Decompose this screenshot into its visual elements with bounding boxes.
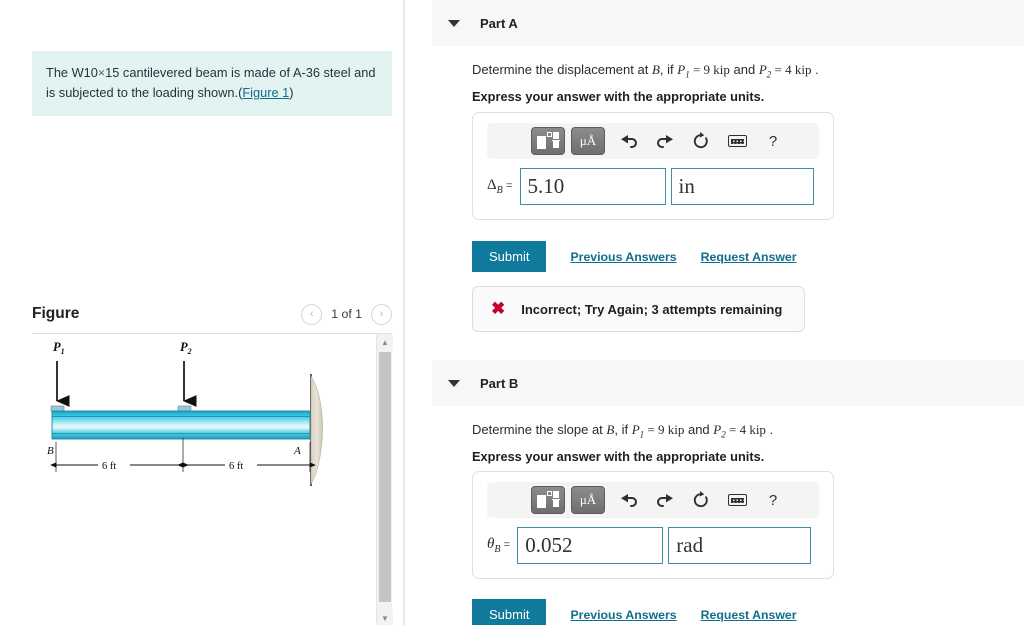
beam-diagram: P1 P2 B A 6 ft 6 ft xyxy=(47,340,323,486)
figure-scrollbar[interactable]: ▲ ▼ xyxy=(376,334,393,625)
undo-icon-a[interactable] xyxy=(611,127,647,155)
question-a-end: . xyxy=(811,62,819,77)
part-b-header[interactable]: Part B xyxy=(432,360,1024,406)
micro-angstrom-icon-b: μÅ xyxy=(579,492,597,507)
part-a-answer-card: μÅ ? ΔB = 5.10 in xyxy=(472,112,834,220)
question-b-p2-val: = 4 kip xyxy=(725,422,766,437)
load-plate-2 xyxy=(177,405,192,412)
load-p1-label: P1 xyxy=(53,340,65,356)
part-b-answer-row: θB = 0.052 rad xyxy=(473,518,833,578)
part-a-equals: = xyxy=(502,178,513,192)
part-a-feedback: ✖ Incorrect; Try Again; 3 attempts remai… xyxy=(472,286,806,332)
part-a-previous-answers-link[interactable]: Previous Answers xyxy=(570,250,676,264)
part-a-header[interactable]: Part A xyxy=(432,0,1024,46)
node-b-label: B xyxy=(47,445,54,457)
help-icon-a[interactable]: ? xyxy=(755,127,791,155)
redo-icon-b[interactable] xyxy=(647,486,683,514)
problem-statement: The W10×15 cantilevered beam is made of … xyxy=(32,51,392,116)
part-a-question: Determine the displacement at B, if P1 =… xyxy=(472,62,819,80)
fixed-support-hatch xyxy=(310,374,323,486)
figure-body: P1 P2 B A 6 ft 6 ft ▲ ▼ xyxy=(32,333,393,625)
collapse-caret-icon-a[interactable] xyxy=(448,19,460,27)
load-plate-1 xyxy=(50,405,65,412)
question-a-and: and xyxy=(729,62,759,77)
question-a-p2-val: = 4 kip xyxy=(771,62,812,77)
help-icon-b[interactable]: ? xyxy=(755,486,791,514)
part-a-answer-row: ΔB = 5.10 in xyxy=(473,159,833,219)
math-template-button-a[interactable] xyxy=(531,127,565,155)
beam-body xyxy=(51,410,311,440)
question-b-p1-val: = 9 kip xyxy=(644,422,685,437)
part-b-previous-answers-link[interactable]: Previous Answers xyxy=(570,608,676,622)
part-a-request-answer-link[interactable]: Request Answer xyxy=(701,250,797,264)
part-a-submit-row: Submit Previous Answers Request Answer xyxy=(472,241,797,272)
part-b-answer-label: θB = xyxy=(487,536,510,555)
problem-text-part1: The W10 xyxy=(46,65,98,80)
load-p2-label: P2 xyxy=(180,340,192,356)
part-b-equals: = xyxy=(500,537,511,551)
part-b-request-answer-link[interactable]: Request Answer xyxy=(701,608,797,622)
part-b-math-toolbar: μÅ ? xyxy=(487,482,819,518)
part-a-feedback-text: Incorrect; Try Again; 3 attempts remaini… xyxy=(521,301,783,317)
question-b-mid: , if xyxy=(614,422,632,437)
question-b-and: and xyxy=(684,422,714,437)
scroll-down-arrow-icon[interactable]: ▼ xyxy=(377,610,393,625)
previous-figure-button[interactable]: ‹ xyxy=(301,303,323,325)
part-b-submit-row: Submit Previous Answers Request Answer xyxy=(472,599,797,625)
undo-icon-b[interactable] xyxy=(611,486,647,514)
part-a-value-input[interactable]: 5.10 xyxy=(519,168,666,205)
figure-1-link[interactable]: Figure 1 xyxy=(242,85,289,100)
part-a-math-toolbar: μÅ ? xyxy=(487,123,819,159)
right-panel: Part A Determine the displacement at B, … xyxy=(407,0,1024,625)
part-a-symbol: Δ xyxy=(487,177,497,193)
units-button-a[interactable]: μÅ xyxy=(571,127,605,155)
part-a-submit-button[interactable]: Submit xyxy=(472,241,547,272)
template-icon-b xyxy=(537,491,560,509)
keyboard-icon-b[interactable] xyxy=(719,486,755,514)
part-b-label: Part B xyxy=(480,375,519,391)
question-a-var-b: B xyxy=(651,62,660,77)
part-b-instruction: Express your answer with the appropriate… xyxy=(472,449,765,464)
part-a-instruction: Express your answer with the appropriate… xyxy=(472,89,765,104)
redo-icon-a[interactable] xyxy=(647,127,683,155)
problem-text-part3: ) xyxy=(289,85,294,100)
template-icon-a xyxy=(537,132,560,150)
question-a-p2: P xyxy=(758,62,767,77)
dimension-label-right: 6 ft xyxy=(229,461,243,472)
next-figure-button[interactable]: › xyxy=(371,303,392,325)
figure-title: Figure xyxy=(32,305,80,322)
part-b-value-input[interactable]: 0.052 xyxy=(517,527,664,564)
micro-angstrom-icon-a: μÅ xyxy=(579,133,597,148)
collapse-caret-icon-b[interactable] xyxy=(448,379,460,387)
mastering-physics-page: The W10×15 cantilevered beam is made of … xyxy=(0,0,1024,625)
math-template-button-b[interactable] xyxy=(531,486,565,514)
reset-icon-a[interactable] xyxy=(683,127,719,155)
question-a-p1-val: = 9 kip xyxy=(689,62,730,77)
question-a-mid: , if xyxy=(659,62,678,77)
question-b-p1: P xyxy=(631,422,640,437)
part-a-label: Part A xyxy=(480,15,518,31)
scroll-up-arrow-icon[interactable]: ▲ xyxy=(377,334,393,350)
part-a-unit-input[interactable]: in xyxy=(670,168,814,205)
keyboard-icon-a[interactable] xyxy=(719,127,755,155)
figure-navigation: ‹ 1 of 1 › xyxy=(301,303,392,325)
reset-icon-b[interactable] xyxy=(683,486,719,514)
units-button-b[interactable]: μÅ xyxy=(571,486,605,514)
figure-header: Figure ‹ 1 of 1 › xyxy=(32,296,392,332)
scrollbar-thumb[interactable] xyxy=(379,352,391,602)
question-b-pre: Determine the slope at xyxy=(472,422,607,437)
part-b-submit-button[interactable]: Submit xyxy=(472,599,547,625)
node-a-label: A xyxy=(293,445,301,457)
question-a-p1: P xyxy=(677,62,686,77)
part-a-answer-label: ΔB = xyxy=(487,177,513,196)
question-b-end: . xyxy=(765,422,774,437)
question-a-pre: Determine the displacement at xyxy=(472,62,652,77)
part-b-answer-card: μÅ ? θB = 0.052 rad xyxy=(472,471,834,579)
dimension-label-left: 6 ft xyxy=(102,461,116,472)
incorrect-x-icon: ✖ xyxy=(491,299,506,318)
figure-counter: 1 of 1 xyxy=(331,307,362,321)
left-panel: The W10×15 cantilevered beam is made of … xyxy=(0,0,405,625)
part-b-question: Determine the slope at B, if P1 = 9 kip … xyxy=(472,422,773,440)
part-b-unit-input[interactable]: rad xyxy=(668,527,812,564)
